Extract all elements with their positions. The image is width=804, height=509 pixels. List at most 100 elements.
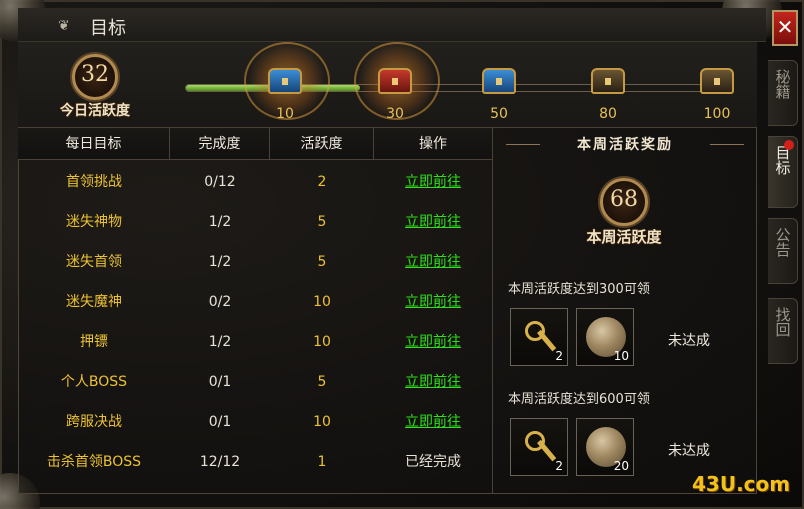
cell-progress: 1/2: [208, 334, 232, 350]
tier-status: 未达成: [668, 333, 710, 349]
cell-progress: 12/12: [199, 454, 241, 470]
cell-points: 2: [317, 174, 327, 190]
tab-notice[interactable]: 公告: [768, 218, 798, 284]
cell-action: 立即前往: [374, 322, 492, 362]
reward-count: 2: [555, 349, 563, 363]
key-icon: [523, 319, 557, 355]
reward-chest-icon[interactable]: [354, 42, 440, 120]
go-now-link[interactable]: 立即前往: [405, 334, 461, 350]
reward-count: 2: [555, 459, 563, 473]
table-row: 跨服决战 0/1 10 立即前往: [18, 402, 492, 442]
daily-activity-badge: 32 今日活跃度: [58, 54, 132, 120]
site-watermark: 43U.com: [692, 472, 791, 496]
title-bar: ❦ 目标: [18, 8, 766, 42]
weekly-activity-value: 68: [610, 187, 638, 212]
cell-name: 首领挑战: [66, 174, 122, 190]
chest-body: [482, 68, 516, 94]
go-now-link[interactable]: 立即前往: [405, 214, 461, 230]
cell-points: 1: [317, 454, 327, 470]
go-now-link[interactable]: 立即前往: [405, 374, 461, 390]
go-now-link[interactable]: 立即前往: [405, 254, 461, 270]
cell-action: 已经完成: [374, 442, 492, 482]
reward-chest-icon[interactable]: [476, 58, 522, 98]
tab-label: 公告: [773, 227, 792, 257]
tab-label: 找回: [773, 307, 792, 337]
go-now-link[interactable]: 立即前往: [405, 174, 461, 190]
table-row: 个人BOSS 0/1 5 立即前往: [18, 362, 492, 402]
tab-recover[interactable]: 找回: [768, 298, 798, 364]
window-title: 目标: [90, 18, 126, 39]
table-header: 每日目标 完成度 活跃度 操作: [18, 128, 492, 160]
reward-chest-icon[interactable]: [694, 58, 740, 98]
close-button[interactable]: ✕: [772, 10, 798, 46]
reward-chest-icon[interactable]: [585, 58, 631, 98]
tier-title: 本周活跃度达到600可领: [508, 392, 650, 407]
close-icon: ✕: [776, 15, 794, 39]
table-row: 击杀首领BOSS 12/12 1 已经完成: [18, 442, 492, 482]
col-header-goal: 每日目标: [18, 128, 170, 160]
reward-count: 10: [613, 349, 629, 363]
cell-points: 5: [317, 254, 327, 270]
cell-name: 迷失神物: [66, 214, 122, 230]
table-row: 迷失神物 1/2 5 立即前往: [18, 202, 492, 242]
reward-slot[interactable]: 10: [576, 308, 634, 366]
cell-name: 迷失首领: [66, 254, 122, 270]
reward-slot[interactable]: 2: [510, 308, 568, 366]
cell-points: 10: [313, 334, 331, 350]
weekly-reward-header: 本周活跃奖励: [494, 132, 756, 158]
reward-slot[interactable]: 2: [510, 418, 568, 476]
weekly-activity-badge: 68 本周活跃度: [582, 178, 666, 250]
cell-progress: 0/2: [208, 294, 232, 310]
chest-body: [378, 68, 412, 94]
notification-dot-icon: [784, 140, 794, 150]
cell-points: 10: [313, 294, 331, 310]
chest-body: [700, 68, 734, 94]
col-header-progress: 完成度: [170, 128, 270, 160]
go-now-link[interactable]: 立即前往: [405, 294, 461, 310]
table-row: 迷失首领 1/2 5 立即前往: [18, 242, 492, 282]
cell-action: 立即前往: [374, 402, 492, 442]
cell-progress: 0/12: [204, 174, 236, 190]
cell-name: 击杀首领BOSS: [46, 454, 142, 470]
chest-body: [268, 68, 302, 94]
daily-activity-value: 32: [81, 62, 109, 87]
cell-points: 5: [317, 374, 327, 390]
cell-action: 立即前往: [374, 282, 492, 322]
key-icon: [523, 429, 557, 465]
tier-title: 本周活跃度达到300可领: [508, 282, 650, 297]
cell-progress: 0/1: [208, 374, 232, 390]
cell-progress: 1/2: [208, 214, 232, 230]
cell-progress: 0/1: [208, 414, 232, 430]
weekly-activity-label: 本周活跃度: [586, 228, 662, 246]
column-divider: [492, 128, 493, 494]
table-row: 首领挑战 0/12 2 立即前往: [18, 162, 492, 202]
table-row: 押镖 1/2 10 立即前往: [18, 322, 492, 362]
milestone-value: 80: [599, 106, 617, 122]
go-now-link[interactable]: 立即前往: [405, 414, 461, 430]
reward-chest-icon[interactable]: [244, 42, 330, 120]
milestone-value: 100: [703, 106, 731, 122]
cell-points: 5: [317, 214, 327, 230]
milestone-value: 30: [386, 106, 404, 122]
cell-name: 个人BOSS: [60, 374, 128, 390]
col-header-action: 操作: [419, 136, 447, 152]
cell-points: 10: [313, 414, 331, 430]
cell-action: 立即前往: [374, 202, 492, 242]
tier-status: 未达成: [668, 443, 710, 459]
tab-secrets[interactable]: 秘籍: [768, 60, 798, 126]
milestone-value: 10: [276, 106, 294, 122]
cell-name: 押镖: [80, 334, 108, 350]
completed-label: 已经完成: [405, 454, 461, 470]
tab-label: 秘籍: [773, 69, 792, 99]
cell-action: 立即前往: [374, 242, 492, 282]
cell-action: 立即前往: [374, 162, 492, 202]
cell-name: 跨服决战: [66, 414, 122, 430]
milestone-value: 50: [490, 106, 508, 122]
reward-slot[interactable]: 20: [576, 418, 634, 476]
table-row: 迷失魔神 0/2 10 立即前往: [18, 282, 492, 322]
cell-name: 迷失魔神: [66, 294, 122, 310]
daily-activity-label: 今日活跃度: [60, 103, 130, 119]
cell-progress: 1/2: [208, 254, 232, 270]
cell-action: 立即前往: [374, 362, 492, 402]
wing-icon: ❦: [58, 18, 70, 34]
